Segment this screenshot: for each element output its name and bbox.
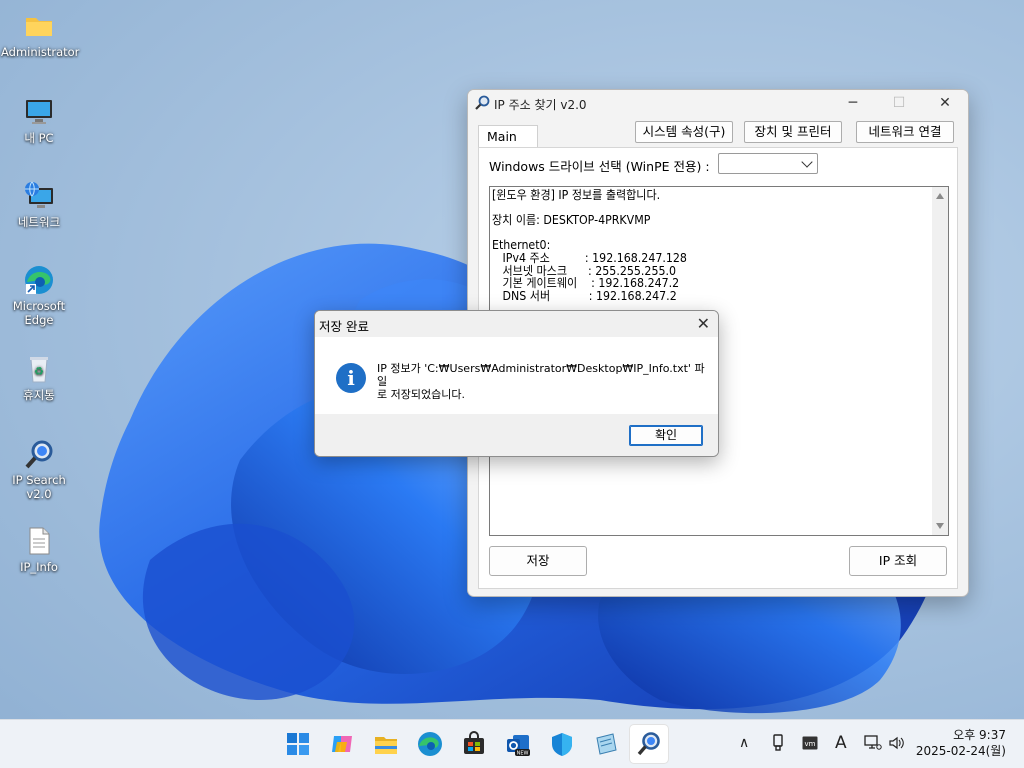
clock-time: 오후 9:37 bbox=[953, 728, 1006, 742]
svg-text:vm: vm bbox=[805, 740, 816, 748]
edge-icon bbox=[23, 264, 55, 296]
save-complete-dialog: 저장 완료 ✕ i IP 정보가 'C:₩Users₩Administrator… bbox=[314, 310, 719, 457]
defender-icon[interactable] bbox=[548, 730, 576, 758]
info-icon: i bbox=[336, 363, 366, 393]
chevron-down-icon bbox=[801, 156, 813, 168]
volume-icon[interactable] bbox=[889, 736, 905, 754]
drive-select[interactable] bbox=[718, 153, 818, 174]
desktop-icon-label: 휴지통 bbox=[23, 388, 55, 402]
ip-search-icon[interactable] bbox=[635, 730, 663, 758]
drive-select-label: Windows 드라이브 선택 (WinPE 전용) : bbox=[489, 159, 710, 174]
copilot-icon[interactable] bbox=[328, 730, 356, 758]
store-icon[interactable] bbox=[460, 730, 488, 758]
desktop-icon-network[interactable]: 네트워크 bbox=[1, 180, 77, 229]
desktop-icon-label: 내 PC bbox=[24, 131, 54, 145]
svg-text:♻: ♻ bbox=[34, 365, 44, 378]
ip-search-icon bbox=[23, 438, 55, 470]
dialog-title: 저장 완료 bbox=[319, 319, 369, 334]
window-title: IP 주소 찾기 v2.0 bbox=[494, 98, 587, 112]
desktop-icon-ip-search[interactable]: IP Search v2.0 bbox=[1, 438, 77, 501]
taskbar: NEW ∧ vm A 오후 9:37 2025-02-24(월) bbox=[0, 719, 1024, 768]
desktop-icon-label: IP_Info bbox=[20, 560, 58, 574]
clock-date: 2025-02-24(월) bbox=[915, 744, 1006, 758]
network-icon bbox=[23, 180, 55, 212]
save-button[interactable]: 저장 bbox=[489, 546, 587, 576]
dialog-footer: 확인 bbox=[315, 414, 718, 456]
network-connections-button[interactable]: 네트워크 연결 bbox=[856, 121, 954, 143]
tray-overflow-chevron[interactable]: ∧ bbox=[739, 735, 749, 751]
desktop-icon-edge[interactable]: Microsoft Edge bbox=[1, 264, 77, 327]
close-button[interactable]: ✕ bbox=[922, 90, 968, 116]
devices-printers-button[interactable]: 장치 및 프린터 bbox=[744, 121, 842, 143]
system-properties-button[interactable]: 시스템 속성(구) bbox=[635, 121, 733, 143]
usb-icon[interactable] bbox=[772, 734, 784, 756]
scroll-up-icon[interactable] bbox=[936, 193, 944, 199]
svg-text:NEW: NEW bbox=[517, 751, 529, 757]
minimize-button[interactable]: ─ bbox=[830, 90, 876, 116]
ip-search-icon bbox=[474, 95, 490, 111]
desktop-icon-label: 네트워크 bbox=[17, 215, 61, 229]
desktop-icon-my-pc[interactable]: 내 PC bbox=[1, 96, 77, 145]
dialog-titlebar[interactable]: 저장 완료 ✕ bbox=[315, 311, 718, 337]
network-status-icon[interactable] bbox=[864, 735, 882, 755]
outlook-new-icon[interactable]: NEW bbox=[504, 730, 532, 758]
edge-icon[interactable] bbox=[416, 730, 444, 758]
tab-main[interactable]: Main bbox=[478, 125, 538, 149]
dialog-message-line2: 로 저장되었습니다. bbox=[377, 388, 465, 401]
dialog-close-button[interactable]: ✕ bbox=[697, 314, 710, 333]
scroll-down-icon[interactable] bbox=[936, 523, 944, 529]
notepad-icon[interactable] bbox=[592, 730, 620, 758]
ip-lookup-button[interactable]: IP 조회 bbox=[849, 546, 947, 576]
desktop-icon-recycle-bin[interactable]: ♻ 휴지통 bbox=[1, 353, 77, 402]
taskbar-clock[interactable]: 오후 9:37 2025-02-24(월) bbox=[916, 727, 1006, 759]
recycle-bin-icon: ♻ bbox=[23, 353, 55, 385]
window-titlebar[interactable]: IP 주소 찾기 v2.0 ─ ☐ ✕ bbox=[468, 90, 968, 116]
ime-indicator[interactable]: A bbox=[835, 733, 847, 753]
desktop-icon-label: IP Search v2.0 bbox=[12, 473, 66, 501]
desktop-icon-ip-info[interactable]: IP_Info bbox=[1, 525, 77, 574]
desktop-icon-administrator[interactable]: Administrator bbox=[1, 10, 80, 59]
vertical-scrollbar[interactable] bbox=[932, 187, 948, 535]
desktop-icon-label: Microsoft Edge bbox=[12, 299, 66, 327]
dialog-message: IP 정보가 'C:₩Users₩Administrator₩Desktop₩I… bbox=[377, 362, 707, 401]
ok-button[interactable]: 확인 bbox=[629, 425, 703, 446]
desktop-icon-label: Administrator bbox=[1, 45, 80, 59]
start-icon[interactable] bbox=[284, 730, 312, 758]
vmware-tools-icon[interactable]: vm bbox=[802, 736, 818, 754]
maximize-button[interactable]: ☐ bbox=[876, 90, 922, 116]
folder-icon bbox=[23, 10, 55, 42]
dialog-message-line1: IP 정보가 'C:₩Users₩Administrator₩Desktop₩I… bbox=[377, 362, 705, 388]
text-file-icon bbox=[23, 525, 55, 557]
monitor-icon bbox=[23, 96, 55, 128]
file-explorer-icon[interactable] bbox=[372, 730, 400, 758]
